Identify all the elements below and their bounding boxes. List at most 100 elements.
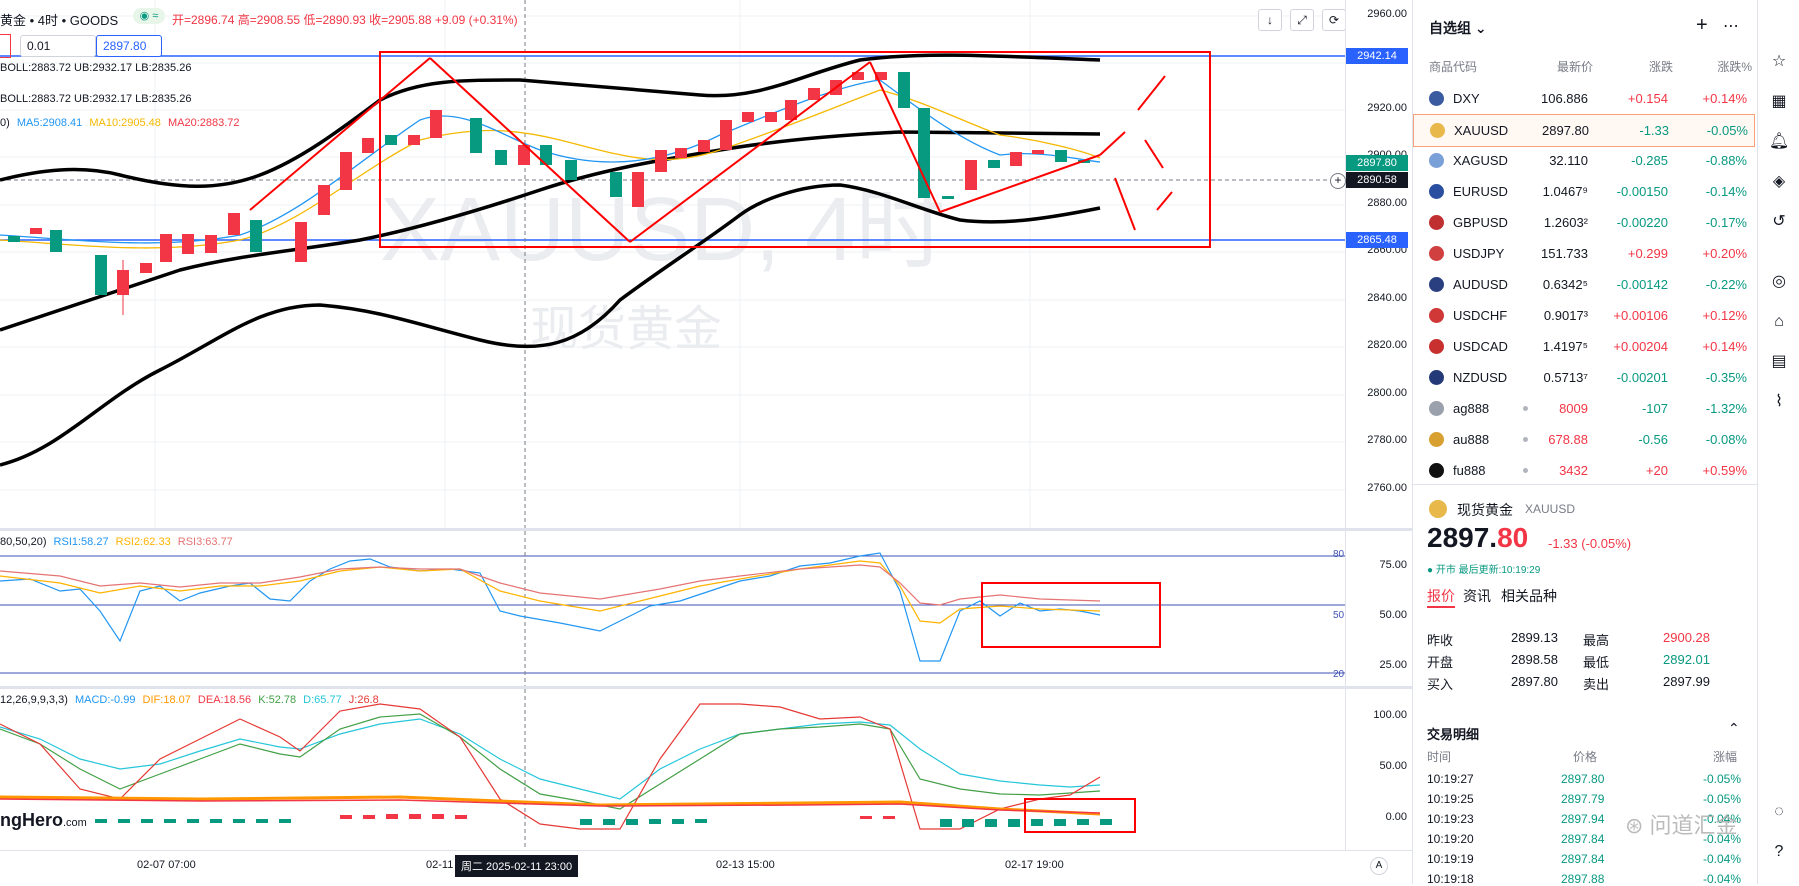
watchlist-row[interactable]: AUDUSD 0.6342⁵ -0.00142 -0.22% <box>1413 269 1753 300</box>
change-percent: +0.14% <box>1702 339 1747 354</box>
price-axis[interactable]: 2960.00 2940.00 2920.00 2900.00 2880.00 … <box>1345 0 1413 528</box>
history-icon[interactable]: ↺ <box>1767 210 1791 234</box>
trades-col-change: 涨幅 <box>1713 750 1738 764</box>
rsi1-value: RSI1:58.27 <box>53 536 109 548</box>
watchlist-row[interactable]: XAUUSD 2897.80 -1.33 -0.05% <box>1413 114 1755 147</box>
kdj-legend: 12,26,9,9,3,3) MACD:-0.99 DIF:18.07 DEA:… <box>0 694 383 706</box>
symbol-flag-icon <box>1429 463 1444 478</box>
reset-chart-button[interactable]: ⟳ <box>1322 9 1346 31</box>
price-tick: 2880.00 <box>1367 197 1407 209</box>
alert-bell-icon[interactable]: 🔔︎ <box>1767 130 1791 154</box>
rsi-legend: 80,50,20) RSI1:58.27 RSI2:62.33 RSI3:63.… <box>0 536 237 548</box>
last-price: 0.6342⁵ <box>1542 277 1588 292</box>
tab-related[interactable]: 相关品种 <box>1501 586 1557 606</box>
symbol-title[interactable]: 黄金 • 4时 • GOODS <box>0 10 122 29</box>
calendar-icon[interactable]: ▦ <box>1767 90 1791 114</box>
collapse-icon[interactable]: ⌃ <box>1728 720 1740 737</box>
watchlist-row[interactable]: USDCHF 0.9017³ +0.00106 +0.12% <box>1413 300 1753 331</box>
change-percent: +0.59% <box>1702 463 1747 478</box>
watchlist-row[interactable]: ag888 8009 -107 -1.32% <box>1413 393 1753 424</box>
quote-label: 买入 <box>1427 677 1454 692</box>
chat-icon[interactable]: ◌ <box>1767 800 1791 824</box>
layers-icon[interactable]: ◈ <box>1767 170 1791 194</box>
last-price: 0.9017³ <box>1543 308 1588 323</box>
symbol-flag-icon <box>1429 246 1444 261</box>
watchlist-title-text: 自选组 <box>1429 20 1471 36</box>
main-price-pane[interactable]: XAUUSD, 4时 现货黄金 <box>0 0 1345 528</box>
add-alert-icon[interactable]: + <box>1330 173 1346 189</box>
watchlist-row[interactable]: au888 678.88 -0.56 -0.08% <box>1413 424 1753 455</box>
right-icon-bar: ☆ ▦ 🔔︎ ◈ ↺ ◎ ⌂ ▤ ⌇ ◌ ? <box>1757 0 1799 884</box>
watchlist-row[interactable]: NZDUSD 0.5713⁷ -0.00201 -0.35% <box>1413 362 1753 393</box>
detail-change: -1.33 (-0.05%) <box>1548 536 1632 551</box>
symbol-name: au888 <box>1453 432 1490 447</box>
brand-watermark: ngHero.com <box>0 810 87 831</box>
signal-icon[interactable]: ◎ <box>1767 270 1791 294</box>
watchlist-icon[interactable]: ☆ <box>1767 50 1791 74</box>
watchlist-row[interactable]: DXY 106.886 +0.154 +0.14% <box>1413 83 1753 114</box>
add-symbol-icon[interactable]: + <box>1696 14 1708 37</box>
chevron-down-icon: ⌄ <box>1474 20 1487 36</box>
scroll-down-button[interactable]: ↓ <box>1258 9 1282 31</box>
change-value: -0.00220 <box>1616 215 1668 230</box>
detail-price: 2897.80 <box>1427 522 1528 554</box>
symbol-flag-icon <box>1429 184 1444 199</box>
chart-area[interactable]: XAUUSD, 4时 现货黄金 黄金 • 4时 • GOODS ◉ ≈ 开=28… <box>0 0 1413 885</box>
change-value: -0.00150 <box>1616 184 1668 199</box>
time-axis[interactable]: 02-07 07:00 02-11 02-13 15:00 02-17 19:0… <box>0 850 1412 885</box>
quantity-input[interactable]: 0.01 <box>20 35 96 57</box>
annotation-macd-box[interactable] <box>1024 798 1136 833</box>
j-value: J:26.8 <box>348 694 379 706</box>
dif-value: DIF:18.07 <box>142 694 191 706</box>
col-pct[interactable]: 涨跌% <box>1717 58 1752 75</box>
rsi-tick: 25.00 <box>1379 659 1407 671</box>
status-dot-icon <box>1523 437 1528 442</box>
kdj-macd-pane[interactable] <box>0 689 1345 850</box>
watchlist-row[interactable]: XAGUSD 32.110 -0.285 -0.88% <box>1413 145 1753 176</box>
sell-button[interactable] <box>0 34 11 58</box>
watchlist-row[interactable]: GBPUSD 1.2603² -0.00220 -0.17% <box>1413 207 1753 238</box>
brand-watermark-text: ngHero <box>0 810 63 830</box>
auto-scale-button[interactable]: A <box>1370 857 1388 875</box>
rsi-axis[interactable]: 75.00 50.00 25.00 <box>1345 531 1413 686</box>
symbol-title-text: 黄金 • 4时 • GOODS <box>0 13 119 28</box>
watermark-main: XAUUSD, 4时 <box>380 180 945 280</box>
watchlist-row[interactable]: USDJPY 151.733 +0.299 +0.20% <box>1413 238 1753 269</box>
fullscreen-button[interactable]: ⤢ <box>1290 9 1314 31</box>
kdj-k-line <box>0 713 1101 810</box>
grid-icon[interactable]: ▤ <box>1767 350 1791 374</box>
source-watermark: ⊛ 问道汇金 <box>1625 813 1738 838</box>
kdj-axis[interactable]: 100.00 50.00 0.00 <box>1345 689 1413 850</box>
tab-news[interactable]: 资讯 <box>1463 586 1491 606</box>
quote-label: 卖出 <box>1583 677 1610 692</box>
rsi-pane[interactable] <box>0 531 1345 686</box>
tab-quote[interactable]: 报价 <box>1427 586 1455 608</box>
help-icon[interactable]: ? <box>1767 840 1791 864</box>
price-input[interactable]: 2897.80 <box>96 35 162 57</box>
chart-stats-icon[interactable]: ⌇ <box>1767 390 1791 414</box>
watermark-sub: 现货黄金 <box>530 301 722 357</box>
watchlist-row[interactable]: USDCAD 1.4197⁵ +0.00204 +0.14% <box>1413 331 1753 362</box>
trades-title: 交易明细 <box>1427 727 1480 742</box>
trade-time: 10:19:25 <box>1427 792 1474 806</box>
watchlist-row[interactable]: EURUSD 1.0467⁹ -0.00150 -0.14% <box>1413 176 1753 207</box>
col-last[interactable]: 最新价 <box>1557 58 1593 75</box>
gold-icon <box>1429 500 1447 518</box>
watchlist-row[interactable]: fu888 3432 +20 +0.59% <box>1413 455 1753 486</box>
watchlist-title[interactable]: 自选组 ⌄ <box>1429 18 1487 38</box>
col-change[interactable]: 涨跌 <box>1649 58 1673 75</box>
education-icon[interactable]: ⌂ <box>1767 310 1791 334</box>
ma5-value: MA5:2908.41 <box>16 117 83 129</box>
change-value: +0.299 <box>1627 246 1668 261</box>
more-icon[interactable]: ⋯ <box>1723 16 1739 36</box>
price-tick: 2780.00 <box>1367 434 1407 446</box>
symbol-name: EURUSD <box>1453 184 1508 199</box>
last-price: 1.0467⁹ <box>1542 184 1588 199</box>
change-percent: -0.22% <box>1705 277 1747 292</box>
annotation-rsi-box[interactable] <box>981 582 1161 648</box>
ma20-value: MA20:2883.72 <box>167 117 240 129</box>
watchlist-panel: 自选组 ⌄ + ⋯ 商品代码 最新价 涨跌 涨跌% DXY 106.886 +0.1… <box>1412 0 1758 886</box>
change-value: +0.154 <box>1627 91 1668 106</box>
quote-value: 2900.28 <box>1663 630 1710 645</box>
col-symbol[interactable]: 商品代码 <box>1429 58 1477 75</box>
